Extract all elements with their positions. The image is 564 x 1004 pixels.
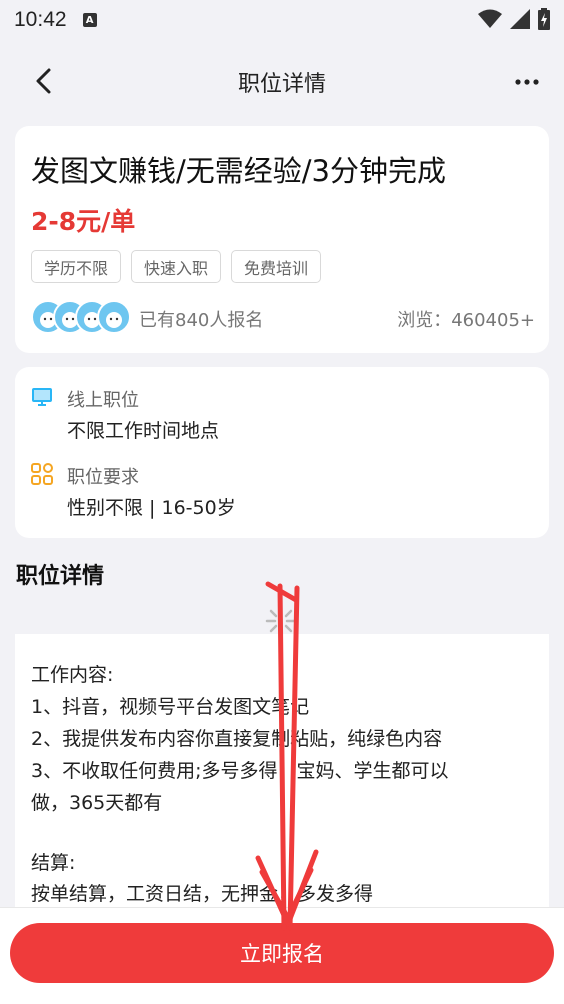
page-title: 职位详情 [237, 72, 326, 97]
location-label: 线上职位 [67, 390, 139, 411]
applicant-avatars [31, 300, 131, 334]
back-arrow-icon[interactable] [30, 66, 60, 96]
detail-line: 做，365天都有 [31, 792, 163, 814]
location-value: 不限工作时间地点 [67, 420, 220, 442]
detail-line: 3、不收取任何费用;多号多得，宝妈、学生都可以 [31, 760, 449, 782]
job-summary-card: 发图文赚钱/无需经验/3分钟完成 2-8元/单 学历不限 快速入职 免费培训 已… [15, 126, 549, 353]
view-count: 浏览：460405+ [397, 310, 535, 331]
notification-icon: A [82, 13, 97, 27]
status-icons [478, 8, 550, 30]
section-title: 职位详情 [16, 564, 105, 589]
status-bar: 10:42 A [0, 0, 564, 40]
detail-line: 1、抖音，视频号平台发图文笔记 [31, 696, 310, 718]
enrolled-count: 已有840人报名 [139, 310, 264, 331]
grid-icon [31, 463, 53, 485]
requirement-value: 性别不限 | 16-50岁 [67, 497, 236, 519]
more-icon[interactable] [512, 70, 542, 94]
nav-bar: 职位详情 [0, 48, 564, 116]
job-tag: 学历不限 [31, 250, 122, 283]
wifi-icon [478, 9, 502, 28]
battery-icon [538, 8, 550, 30]
status-time: 10:42 [14, 8, 67, 31]
monitor-icon [32, 388, 52, 406]
job-title: 发图文赚钱/无需经验/3分钟完成 [31, 154, 446, 188]
job-detail-card: 工作内容: 1、抖音，视频号平台发图文笔记 2、我提供发布内容你直接复制粘贴，纯… [15, 634, 549, 924]
detail-line: 工作内容: [31, 664, 114, 686]
avatar [97, 300, 131, 334]
bottom-bar: 立即报名 [0, 907, 564, 1004]
detail-line: 结算: [31, 852, 76, 874]
signal-icon [510, 9, 530, 29]
loading-spinner-icon [265, 605, 297, 637]
detail-line: 按单结算，工资日结，无押金，多发多得 [31, 883, 374, 905]
detail-line: 2、我提供发布内容你直接复制粘贴，纯绿色内容 [31, 728, 443, 750]
job-tag: 快速入职 [131, 250, 222, 283]
job-pay: 2-8元/单 [31, 207, 136, 236]
job-tag: 免费培训 [231, 250, 322, 283]
job-tags: 学历不限 快速入职 免费培训 [31, 250, 322, 283]
job-info-card: 线上职位 不限工作时间地点 职位要求 性别不限 | 16-50岁 [15, 367, 549, 538]
apply-button[interactable]: 立即报名 [10, 923, 554, 983]
requirement-label: 职位要求 [67, 467, 139, 488]
